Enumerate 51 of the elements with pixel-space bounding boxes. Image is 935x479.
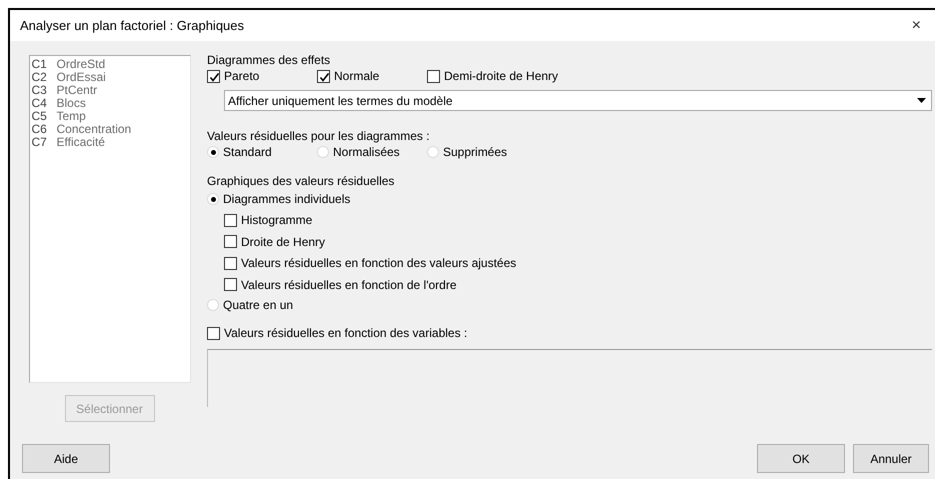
column-id: C2 [32, 71, 48, 84]
radio-button[interactable] [207, 146, 219, 158]
column-name[interactable]: OrdreStd [56, 58, 106, 71]
column-name[interactable]: Efficacité [56, 136, 105, 149]
column-id: C7 [32, 136, 48, 149]
radio-label: Normalisées [333, 144, 400, 160]
checkbox[interactable] [427, 70, 440, 82]
radio-button[interactable] [207, 299, 219, 311]
checkbox-label: Valeurs résiduelles en fonction de l'ordre [241, 276, 457, 292]
radio-label: Quatre en un [223, 297, 294, 313]
close-button[interactable]: × [908, 14, 925, 38]
radio-button[interactable] [427, 146, 439, 158]
checkbox[interactable] [224, 235, 237, 248]
radio-label: Standard [223, 144, 272, 160]
section-heading: Diagrammes des effets [207, 52, 332, 68]
column-name[interactable]: Concentration [56, 123, 132, 136]
dialog-button[interactable]: Annuler [853, 444, 929, 473]
radio-button[interactable] [207, 193, 219, 205]
dropdown-arrow-icon [917, 98, 926, 103]
checkbox-label: Normale [334, 68, 380, 84]
column-list[interactable]: C1 OrdreStd C2 OrdEssai C3 PtCentr C4 Blocs C5 Temp C6 Concentration C7 Efficacité [28, 55, 190, 383]
checkbox-label: Valeurs résiduelles en fonction des valeurs ajustées [241, 255, 516, 271]
radio-label: Supprimées [443, 144, 508, 160]
checkbox-label: Valeurs résiduelles en fonction des variables : [224, 325, 468, 341]
window-title: Analyser un plan factoriel : Graphiques [20, 16, 246, 35]
column-id: C3 [32, 84, 48, 97]
checkbox-label: Droite de Henry [241, 234, 326, 250]
checkbox[interactable] [224, 214, 237, 226]
column-name[interactable]: OrdEssai [56, 71, 106, 84]
dialog-button[interactable]: Aide [22, 444, 110, 473]
checkbox[interactable] [207, 70, 220, 82]
checkbox[interactable] [224, 256, 237, 270]
checkbox-label: Histogramme [241, 212, 312, 228]
column-id: C1 [32, 58, 48, 71]
column-name[interactable]: Blocs [56, 97, 86, 110]
checkbox[interactable] [317, 70, 330, 82]
column-id: C5 [32, 110, 48, 123]
checkbox-label: Pareto [224, 68, 260, 84]
checkbox[interactable] [224, 278, 237, 291]
column-name[interactable]: PtCentr [56, 84, 98, 97]
radio-label: Diagrammes individuels [223, 191, 350, 207]
checkbox[interactable] [207, 326, 220, 340]
column-name[interactable]: Temp [56, 110, 86, 123]
checkbox-label: Demi-droite de Henry [444, 68, 558, 84]
section-heading: Graphiques des valeurs résiduelles [207, 173, 396, 189]
radio-button[interactable] [317, 146, 329, 158]
dropdown[interactable]: Afficher uniquement les termes du modèle [224, 90, 932, 111]
section-heading: Valeurs résiduelles pour les diagrammes : [207, 128, 431, 144]
dialog-button[interactable]: OK [757, 444, 845, 473]
column-id: C4 [32, 97, 48, 110]
column-id: C6 [32, 123, 48, 136]
